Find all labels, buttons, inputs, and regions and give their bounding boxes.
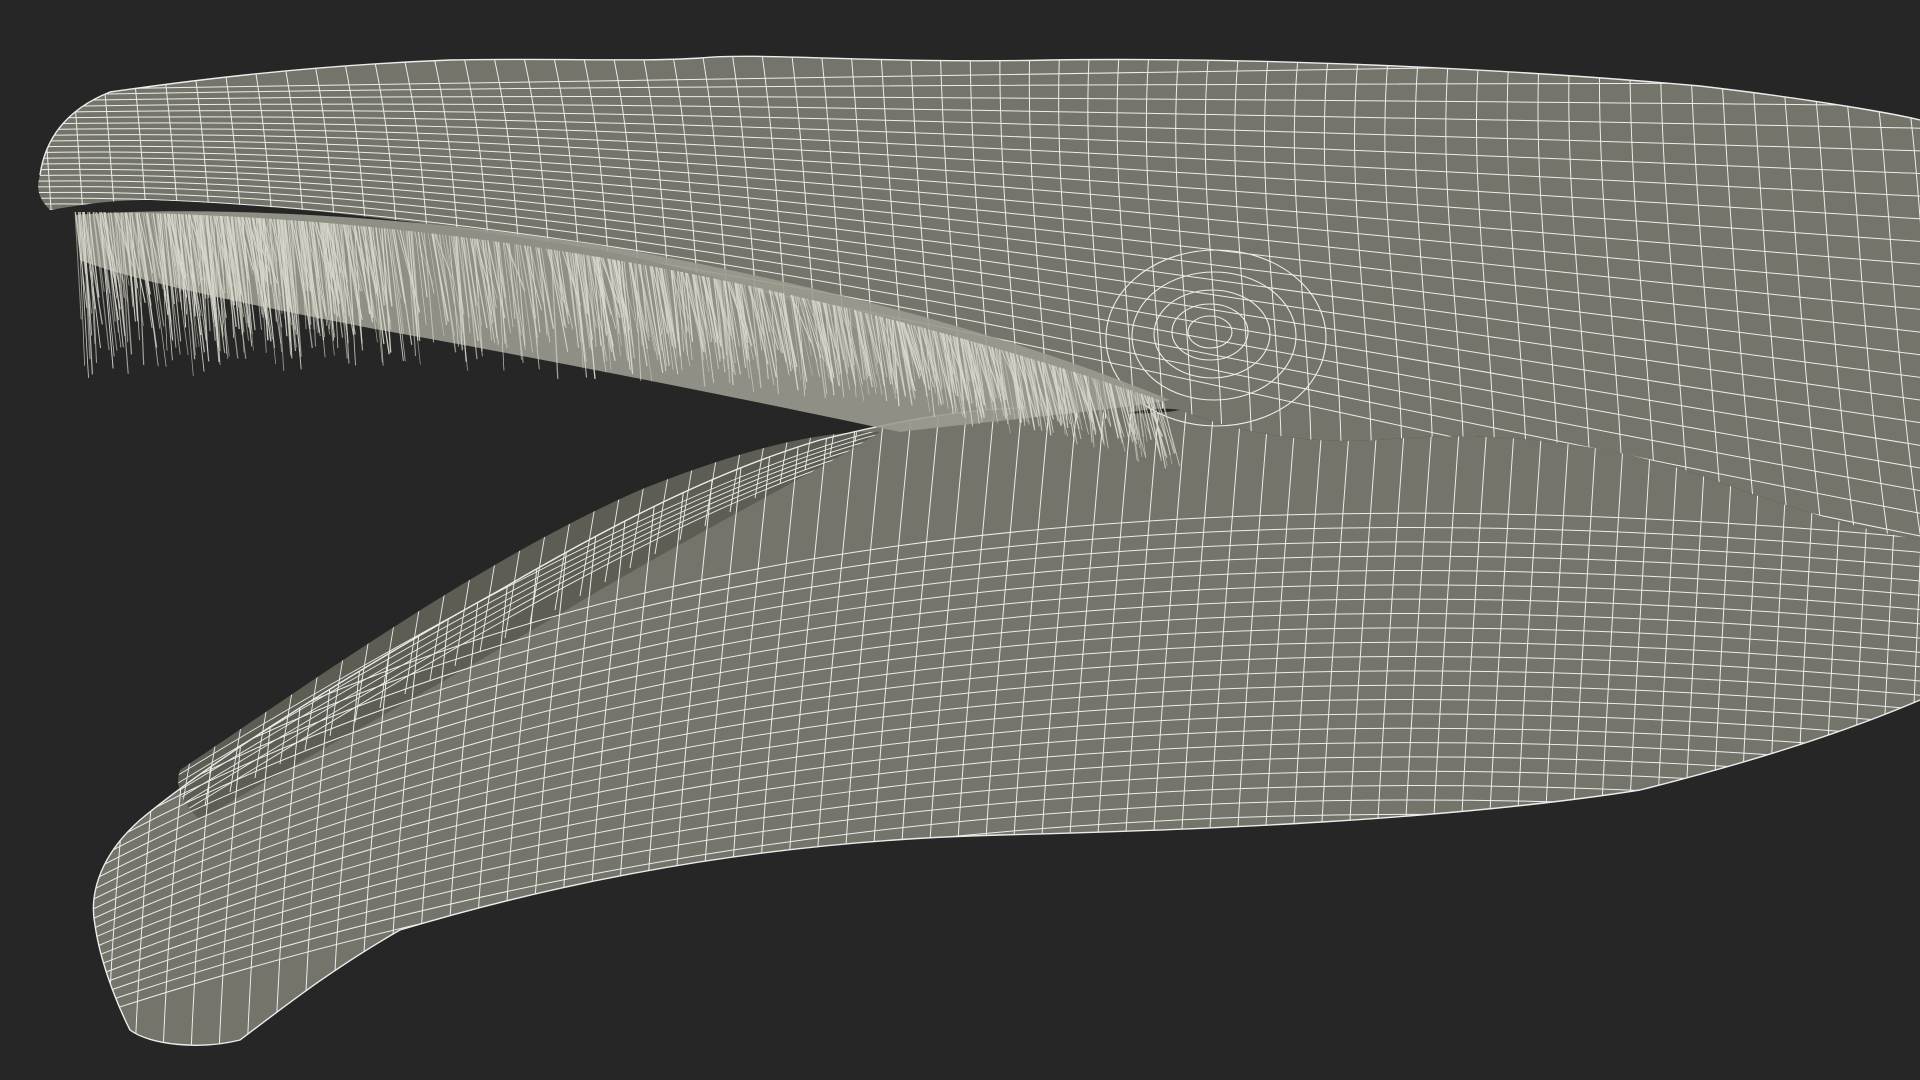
render-viewport bbox=[0, 0, 1920, 1080]
whale-render bbox=[38, 55, 1920, 1046]
